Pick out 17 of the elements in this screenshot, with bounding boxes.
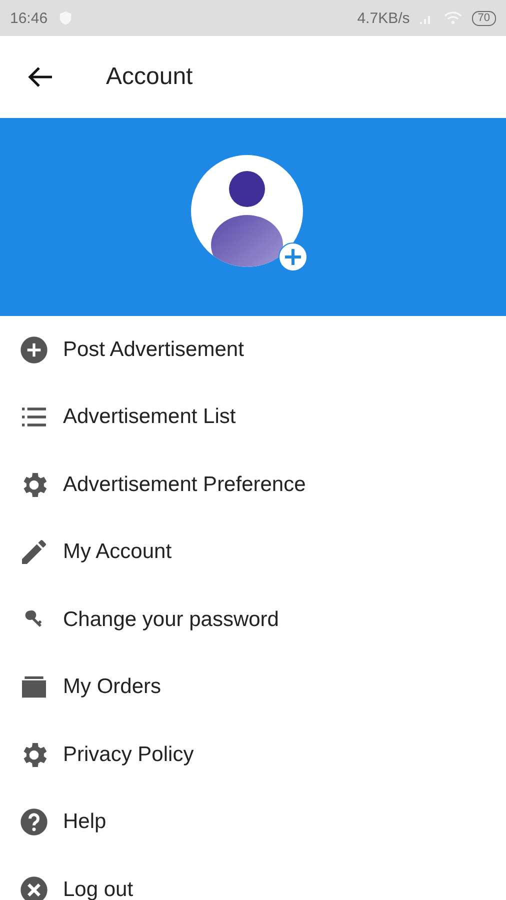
menu-item[interactable]: Help xyxy=(0,788,506,856)
shield-icon xyxy=(58,10,73,26)
menu-item[interactable]: Change your password xyxy=(0,586,506,654)
battery-level: 70 xyxy=(472,10,496,26)
menu-item[interactable]: Advertisement Preference xyxy=(0,451,506,518)
menu-item[interactable]: Post Advertisement xyxy=(0,316,506,384)
menu-item[interactable]: Log out xyxy=(0,856,506,900)
network-speed: 4.7KB/s xyxy=(357,10,410,26)
menu-item[interactable]: My Account xyxy=(0,518,506,586)
status-time: 16:46 xyxy=(10,10,48,26)
help-icon xyxy=(18,806,50,838)
screen-title: Account xyxy=(106,63,193,91)
menu-item[interactable]: Privacy Policy xyxy=(0,721,506,788)
back-arrow-icon xyxy=(27,66,53,88)
menu-item[interactable]: My Orders xyxy=(0,654,506,721)
wifi-icon xyxy=(444,11,462,25)
menu-item[interactable]: Advertisement List xyxy=(0,384,506,451)
